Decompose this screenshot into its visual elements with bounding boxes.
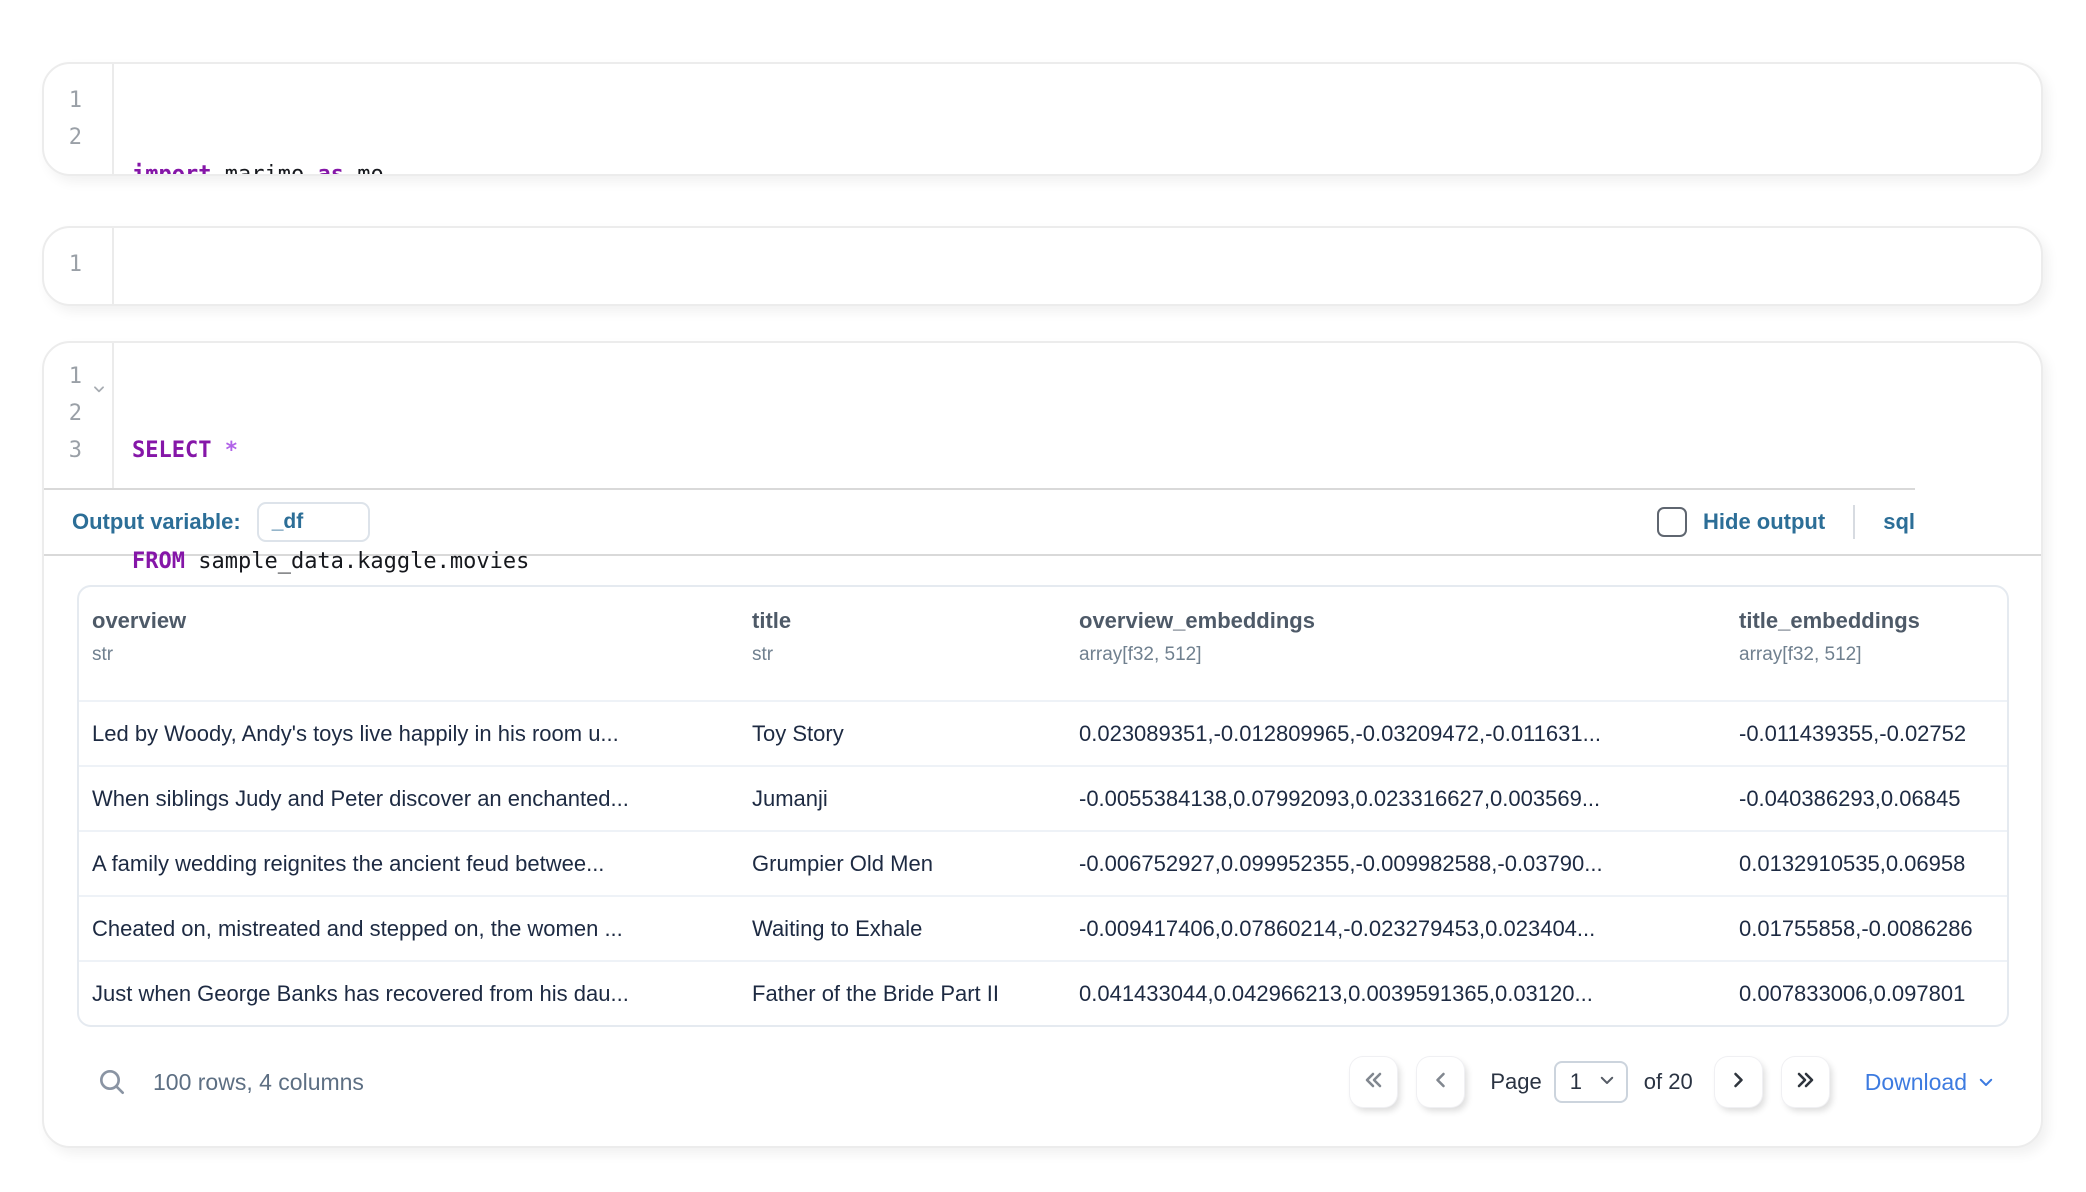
column-header-overview-embeddings[interactable]: overview_embeddings array[f32, 512] [1066,608,1726,700]
first-page-button[interactable] [1350,1057,1397,1107]
code-token: marimo [211,162,317,176]
code-line[interactable]: SELECT * [132,432,529,469]
line-number: 2 [44,395,112,432]
table-footer: 100 rows, 4 columns Page 1 of 20 [77,1055,2009,1109]
column-header-title-embeddings[interactable]: title_embeddings array[f32, 512] [1726,608,2007,700]
code-token [211,438,224,463]
divider [1853,505,1855,539]
cell-overview: Led by Woody, Andy's toys live happily i… [79,721,739,747]
cell-overview: A family wedding reignites the ancient f… [79,851,739,877]
next-page-icon [1726,1068,1750,1097]
next-page-button[interactable] [1715,1057,1762,1107]
cell-overview: Just when George Banks has recovered fro… [79,981,739,1007]
code-line[interactable]: import marimo as mo [132,156,384,176]
table-row: When siblings Judy and Peter discover an… [79,765,2007,830]
column-header-overview[interactable]: overview str [79,608,739,700]
cell-overview: When siblings Judy and Peter discover an… [79,786,739,812]
table-header-row: overview str title str overview_embeddin… [79,587,2007,700]
operator-token: * [225,438,238,463]
cell-title: Father of the Bride Part II [739,981,1066,1007]
cell-title: Jumanji [739,786,1066,812]
cell-title-embeddings: 0.007833006,0.097801 [1726,981,2007,1007]
line-number: 1 [44,246,112,283]
code-editor[interactable]: import marimo as mo import duckdb [114,64,384,174]
result-table: overview str title str overview_embeddin… [77,585,2009,1027]
cell-overview-embeddings: 0.023089351,-0.012809965,-0.03209472,-0.… [1066,721,1726,747]
cell-overview-embeddings: -0.006752927,0.099952355,-0.009982588,-0… [1066,851,1726,877]
cell-title-embeddings: 0.01755858,-0.0086286 [1726,916,2007,942]
total-pages-label: of 20 [1644,1069,1693,1095]
code-editor[interactable]: SELECT * FROM sample_data.kaggle.movies … [114,343,529,488]
line-number-gutter: 1 [44,228,114,304]
keyword-token: SELECT [132,438,211,463]
hide-output-checkbox[interactable] [1657,507,1687,537]
last-page-icon [1793,1068,1817,1097]
hide-output-label: Hide output [1703,509,1825,535]
code-editor[interactable]: duckdb.sql(f"ATTACH 'md:_share/sample_da… [114,228,1417,304]
line-number-gutter: 1 2 3 [44,343,114,488]
page-select-chevron-icon [1598,1071,1616,1094]
cell-title-embeddings: 0.0132910535,0.06958 [1726,851,2007,877]
code-cell-attach-db[interactable]: 1 duckdb.sql(f"ATTACH 'md:_share/sample_… [42,226,2043,306]
row-count-summary: 100 rows, 4 columns [153,1069,364,1096]
download-button[interactable]: Download [1865,1069,1995,1096]
output-variable-input[interactable]: _df [257,502,370,542]
output-variable-label: Output variable: [72,509,241,535]
language-toggle[interactable]: sql [1883,509,1915,535]
column-header-title[interactable]: title str [739,608,1066,700]
cell-title: Toy Story [739,721,1066,747]
code-token: sample_data.kaggle.movies [185,549,529,574]
page-select[interactable]: 1 [1554,1061,1628,1103]
sql-cell-movies-query[interactable]: 1 2 3 SELECT * FROM sample_data.kaggle.m… [42,341,2043,1148]
table-row: A family wedding reignites the ancient f… [79,830,2007,895]
cell-title-embeddings: -0.040386293,0.06845 [1726,786,2007,812]
page-label: Page [1490,1069,1541,1095]
code-line[interactable]: FROM sample_data.kaggle.movies [132,543,529,580]
prev-page-icon [1429,1068,1453,1097]
line-number: 2 [44,119,112,156]
prev-page-button[interactable] [1417,1057,1464,1107]
line-number: 1 [44,358,112,395]
table-row: Led by Woody, Andy's toys live happily i… [79,700,2007,765]
table-row: Just when George Banks has recovered fro… [79,960,2007,1025]
cell-overview-embeddings: 0.041433044,0.042966213,0.0039591365,0.0… [1066,981,1726,1007]
code-cell-imports[interactable]: 1 2 import marimo as mo import duckdb [42,62,2043,176]
line-number: 3 [44,432,112,469]
line-number: 1 [44,82,112,119]
cell-overview: Cheated on, mistreated and stepped on, t… [79,916,739,942]
cell-overview-embeddings: -0.009417406,0.07860214,-0.023279453,0.0… [1066,916,1726,942]
search-icon[interactable] [95,1065,129,1099]
first-page-icon [1362,1068,1386,1097]
line-number-gutter: 1 2 [44,64,114,174]
cell-title-embeddings: -0.011439355,-0.02752 [1726,721,2007,747]
code-token: mo [344,162,384,176]
last-page-button[interactable] [1782,1057,1829,1107]
download-chevron-icon [1977,1073,1995,1091]
table-row: Cheated on, mistreated and stepped on, t… [79,895,2007,960]
cell-overview-embeddings: -0.0055384138,0.07992093,0.023316627,0.0… [1066,786,1726,812]
keyword-token: FROM [132,549,185,574]
keyword-token: import [132,162,211,176]
keyword-token: as [317,162,344,176]
cell-title: Grumpier Old Men [739,851,1066,877]
cell-title: Waiting to Exhale [739,916,1066,942]
